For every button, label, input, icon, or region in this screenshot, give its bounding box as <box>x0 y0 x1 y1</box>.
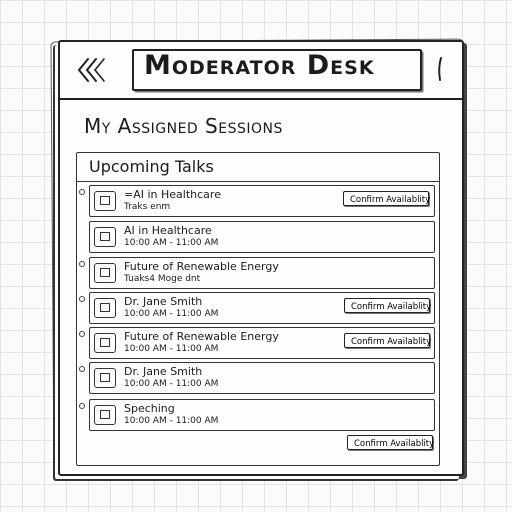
session-subtitle: 10:00 AM - 11:00 AM <box>124 379 219 389</box>
session-title: Dr. Jane Smith <box>124 365 203 378</box>
upcoming-talks-panel: Upcoming Talks =AI in Healthcare Traks e… <box>76 152 440 466</box>
menu-handle-icon[interactable] <box>436 54 444 84</box>
session-row[interactable]: Future of Renewable Energy 10:00 AM - 11… <box>79 327 435 359</box>
confirm-availability-button[interactable]: Confirm Availablity <box>344 298 431 313</box>
session-subtitle: 10:00 AM - 11:00 AM <box>124 238 219 248</box>
session-title: Future of Renewable Energy <box>124 260 279 273</box>
session-title: Speching <box>124 402 175 415</box>
title-bar: Moderator Desk <box>60 42 462 100</box>
app-title: Moderator Desk <box>144 50 375 81</box>
session-row[interactable]: Dr. Jane Smith 10:00 AM - 11:00 AM <box>79 362 435 394</box>
session-checkbox[interactable] <box>94 191 116 211</box>
bullet-dot-icon <box>79 331 85 337</box>
session-subtitle: 10:00 AM - 11:00 AM <box>124 344 219 354</box>
panel-divider <box>77 181 439 182</box>
bullet-dot-icon <box>79 296 85 302</box>
double-chevron-left-icon[interactable] <box>76 56 106 84</box>
session-checkbox[interactable] <box>94 333 116 353</box>
session-checkbox[interactable] <box>94 227 116 247</box>
session-checkbox[interactable] <box>94 263 116 283</box>
confirm-availability-button[interactable]: Confirm Availablity <box>347 435 434 450</box>
session-subtitle: Tuaks4 Moge dnt <box>124 274 201 284</box>
session-row[interactable]: Speching 10:00 AM - 11:00 AM <box>79 399 435 431</box>
session-title: Dr. Jane Smith <box>124 295 203 308</box>
session-row[interactable]: Future of Renewable Energy Tuaks4 Moge d… <box>79 257 435 289</box>
session-checkbox[interactable] <box>94 368 116 388</box>
page-heading: My Assigned Sessions <box>84 114 283 138</box>
session-checkbox[interactable] <box>94 405 116 425</box>
confirm-availability-button[interactable]: Confirm Availablity <box>344 333 431 348</box>
session-subtitle: Traks enm <box>124 202 171 212</box>
bullet-dot-icon <box>79 366 85 372</box>
bullet-dot-icon <box>79 403 85 409</box>
app-window: Moderator Desk My Assigned Sessions Upco… <box>56 40 464 480</box>
session-row[interactable]: AI in Healthcare 10:00 AM - 11:00 AM <box>89 221 435 253</box>
session-subtitle: 10:00 AM - 11:00 AM <box>124 416 219 426</box>
session-title: Future of Renewable Energy <box>124 330 279 343</box>
panel-title: Upcoming Talks <box>89 157 214 176</box>
session-row[interactable]: Dr. Jane Smith 10:00 AM - 11:00 AM Confi… <box>79 292 435 324</box>
session-title: =AI in Healthcare <box>124 188 221 201</box>
bullet-dot-icon <box>79 261 85 267</box>
session-checkbox[interactable] <box>94 298 116 318</box>
session-subtitle: 10:00 AM - 11:00 AM <box>124 309 219 319</box>
confirm-availability-button[interactable]: Confirm Availablity <box>343 191 430 206</box>
session-row[interactable]: =AI in Healthcare Traks enm Confirm Avai… <box>79 185 435 217</box>
session-title: AI in Healthcare <box>124 224 212 237</box>
bullet-dot-icon <box>79 189 85 195</box>
